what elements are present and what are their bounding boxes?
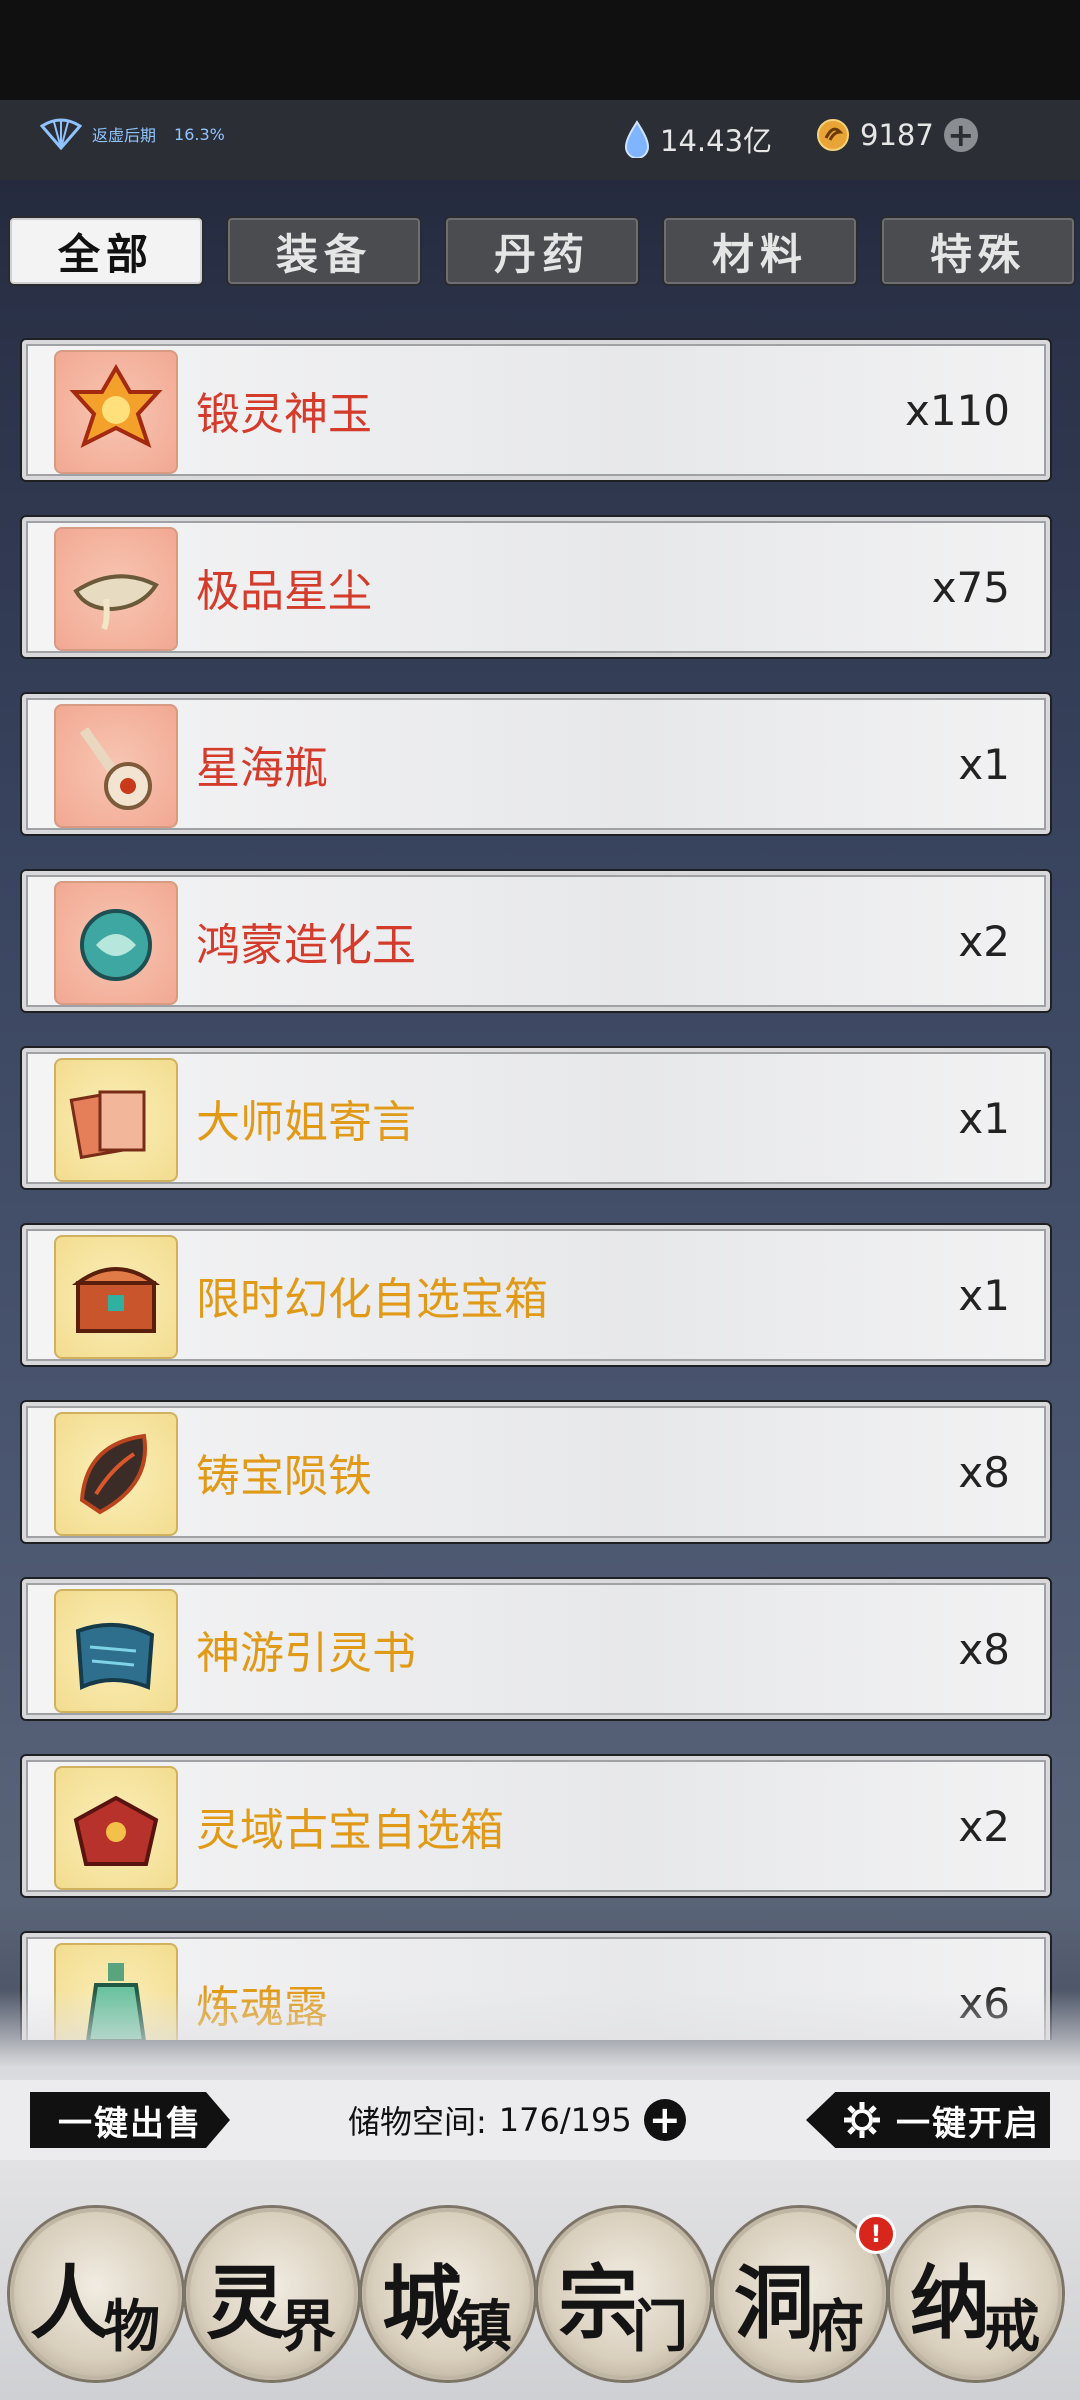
open-all-label: 一键开启 <box>896 2103 1040 2144</box>
item-name: 锻灵神玉 <box>196 389 372 440</box>
meteor-iron-icon <box>54 1412 178 1536</box>
category-tabs: 全部 装备 丹药 材料 特殊 <box>8 216 1076 286</box>
item-count: x1 <box>958 1270 1010 1320</box>
water-drop-icon <box>624 120 650 158</box>
item-count: x1 <box>958 739 1010 789</box>
storage-value: 176/195 <box>498 2101 632 2139</box>
item-count: x2 <box>958 1801 1010 1851</box>
tab-materials[interactable]: 材料 <box>662 216 858 286</box>
list-item[interactable]: 灵域古宝自选箱 x2 <box>20 1754 1052 1898</box>
item-name: 大师姐寄言 <box>196 1097 416 1148</box>
storage-capacity: 储物空间: 176/195 + <box>348 2092 686 2148</box>
list-item[interactable]: 鸿蒙造化玉 x2 <box>20 869 1052 1013</box>
nav-storage-ring-label: 纳戒 <box>910 2256 1040 2360</box>
nav-character-label: 人物 <box>30 2256 160 2360</box>
stage-percent: 16.3% <box>174 124 225 144</box>
cultivation-stage: 返虚后期 16.3% <box>40 118 225 150</box>
list-item[interactable]: 限时幻化自选宝箱 x1 <box>20 1223 1052 1367</box>
treasure-box-icon <box>54 1766 178 1890</box>
storage-label: 储物空间: <box>348 2103 487 2141</box>
gear-icon <box>844 2102 880 2138</box>
spirit-stone-counter: 14.43亿 <box>624 118 772 160</box>
tab-special[interactable]: 特殊 <box>880 216 1076 286</box>
tab-pills[interactable]: 丹药 <box>444 216 640 286</box>
nav-town-label: 城镇 <box>382 2256 512 2360</box>
fan-icon <box>40 118 82 150</box>
list-item[interactable]: 神游引灵书 x8 <box>20 1577 1052 1721</box>
list-item[interactable]: 大师姐寄言 x1 <box>20 1046 1052 1190</box>
add-gold-button[interactable]: + <box>943 118 978 152</box>
item-name: 铸宝陨铁 <box>196 1451 372 1502</box>
item-name: 鸿蒙造化玉 <box>196 920 416 971</box>
item-count: x1 <box>958 1093 1010 1143</box>
chest-icon <box>54 1235 178 1359</box>
tab-all[interactable]: 全部 <box>8 216 204 286</box>
item-count: x2 <box>958 916 1010 966</box>
letters-icon <box>54 1058 178 1182</box>
gem-flower-icon <box>54 350 178 474</box>
gold-counter: 9187 + <box>816 118 978 152</box>
jade-icon <box>54 881 178 1005</box>
expand-storage-button[interactable]: + <box>643 2098 686 2142</box>
open-all-button[interactable]: 一键开启 <box>806 2092 1050 2148</box>
item-name: 灵域古宝自选箱 <box>196 1805 504 1856</box>
item-count: x8 <box>958 1447 1010 1497</box>
scroll-icon <box>54 1589 178 1713</box>
spirit-stone-value: 14.43亿 <box>660 124 773 158</box>
stage-label: 返虚后期 <box>92 126 157 145</box>
gold-value: 9187 <box>860 118 934 152</box>
tab-equipment[interactable]: 装备 <box>226 216 422 286</box>
item-count: x110 <box>904 385 1010 435</box>
sell-all-button[interactable]: 一键出售 <box>30 2092 230 2148</box>
list-item[interactable]: 星海瓶 x1 <box>20 692 1052 836</box>
nav-sect-label: 宗门 <box>558 2256 688 2360</box>
list-item[interactable]: 铸宝陨铁 x8 <box>20 1400 1052 1544</box>
item-count: x8 <box>958 1624 1010 1674</box>
nav-spirit-realm-label: 灵界 <box>206 2256 336 2360</box>
inventory-list: 锻灵神玉 x110 极品星尘 x75 星海瓶 x1 鸿蒙造化玉 x2 大师姐寄言… <box>20 338 1052 2040</box>
list-item[interactable]: 极品星尘 x75 <box>20 515 1052 659</box>
gold-coin-icon <box>817 119 849 151</box>
item-name: 限时幻化自选宝箱 <box>196 1274 548 1325</box>
list-item[interactable]: 锻灵神玉 x110 <box>20 338 1052 482</box>
item-name: 极品星尘 <box>196 566 372 617</box>
item-name: 神游引灵书 <box>196 1628 416 1679</box>
stardust-icon <box>54 527 178 651</box>
item-count: x75 <box>931 562 1010 612</box>
gourd-icon <box>54 704 178 828</box>
item-name: 星海瓶 <box>196 743 328 794</box>
top-decoration <box>0 0 1080 100</box>
